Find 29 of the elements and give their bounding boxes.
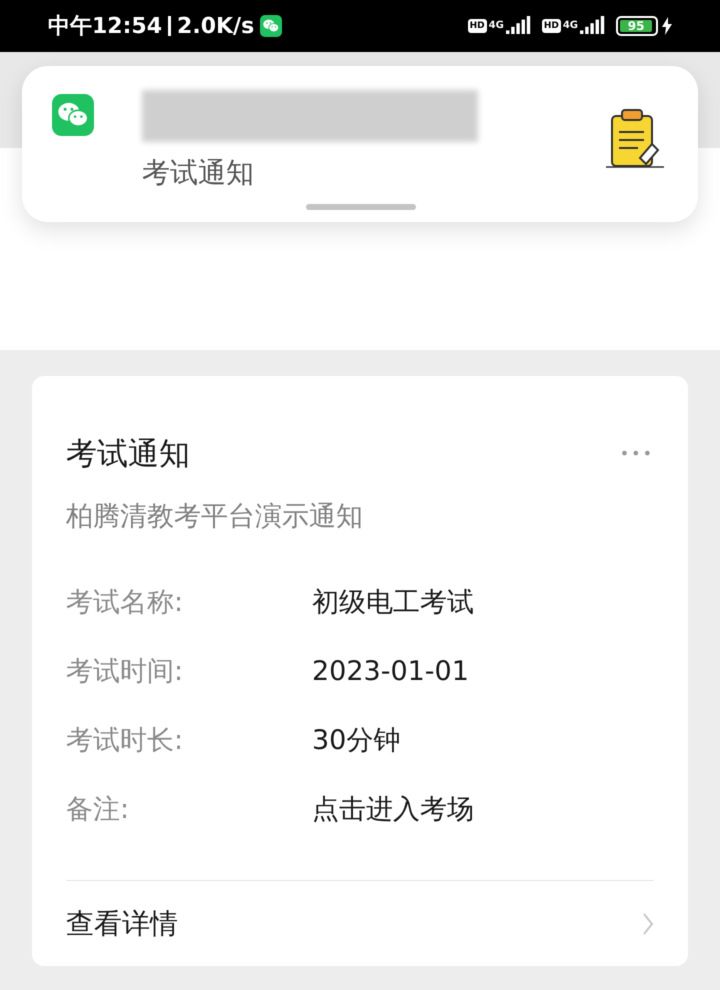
field-value: 2023-01-01 [312, 654, 469, 689]
chat-app-icon [260, 15, 282, 37]
field-label: 考试时间: [66, 654, 184, 689]
field-label: 考试名称: [66, 586, 184, 620]
charging-icon [662, 17, 672, 35]
card-subtitle: 柏腾清教考平台演示通知 [66, 500, 364, 534]
chat-app-icon [52, 94, 94, 136]
view-details-link[interactable]: 查看详情 [66, 902, 178, 944]
signal-icon [580, 16, 606, 36]
field-label: 备注: [66, 792, 130, 827]
chevron-right-icon [642, 912, 654, 936]
card-title: 考试通知 [66, 435, 190, 474]
status-time: 中午12:54 [48, 12, 162, 40]
notification-banner[interactable]: 考试通知 [22, 66, 698, 222]
notice-card[interactable]: 考试通知 ••• 柏腾清教考平台演示通知 考试名称: 初级电工考试 考试时间: 2023-01-01 考试时长: 30分钟 备注: 点击进入考场 查看详情 [32, 376, 688, 966]
field-value: 初级电工考试 [312, 586, 474, 620]
notification-message: 考试通知 [142, 155, 255, 191]
signal-icon [506, 16, 532, 36]
field-value: 点击进入考场 [312, 792, 474, 827]
drag-handle[interactable] [306, 204, 416, 210]
hd-badge: HD [468, 19, 487, 33]
field-label: 考试时长: [66, 724, 184, 758]
network-type: 4G [488, 19, 504, 33]
hd-badge: HD [542, 19, 561, 33]
field-value: 30分钟 [312, 724, 400, 758]
status-separator [168, 16, 172, 36]
network-speed: 2.0K/s [177, 12, 254, 40]
network-type: 4G [562, 19, 578, 33]
battery-percent: 95 [628, 20, 644, 32]
